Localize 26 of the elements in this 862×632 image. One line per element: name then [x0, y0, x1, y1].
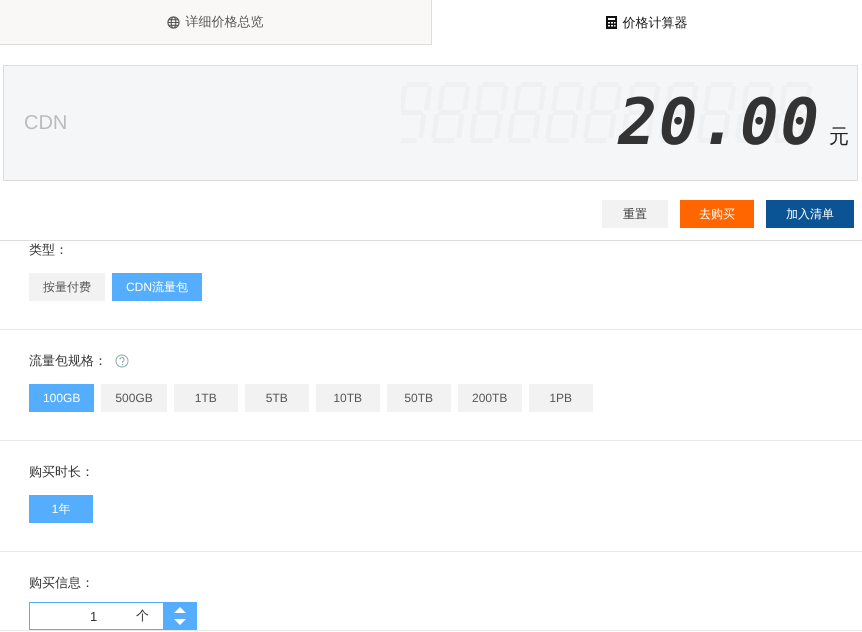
quantity-value: 1 [90, 608, 98, 624]
price-amount: 20.00 [618, 86, 821, 160]
quantity-field[interactable]: 1 个 [29, 602, 197, 630]
option-button[interactable]: 50TB [386, 384, 451, 412]
option-button[interactable]: 5TB [244, 384, 309, 412]
help-icon[interactable] [115, 354, 129, 368]
up-down-icon [172, 605, 186, 627]
calculator-icon [606, 16, 618, 29]
reset-button[interactable]: 重置 [602, 200, 668, 228]
section-label: 流量包规格： [29, 352, 107, 370]
globe-icon [167, 16, 180, 28]
quantity-unit: 个 [136, 607, 149, 625]
option-button[interactable]: 1TB [174, 384, 238, 412]
currency-unit: 元 [829, 125, 849, 150]
section-label: 类型： [29, 241, 68, 259]
option-button[interactable]: 按量付费 [29, 273, 105, 301]
option-button[interactable]: 200TB [458, 384, 522, 412]
section-label: 购买信息： [29, 574, 94, 592]
add-to-list-button[interactable]: 加入清单 [766, 200, 854, 228]
option-button[interactable]: 10TB [316, 384, 380, 412]
option-button[interactable]: 500GB [101, 384, 167, 412]
stepper-button[interactable] [163, 603, 196, 629]
tab[interactable]: 详细价格总览 [0, 0, 432, 45]
product-name: CDN [24, 112, 68, 134]
section-label: 购买时长： [29, 463, 94, 481]
option-button[interactable]: 1PB [528, 384, 593, 412]
